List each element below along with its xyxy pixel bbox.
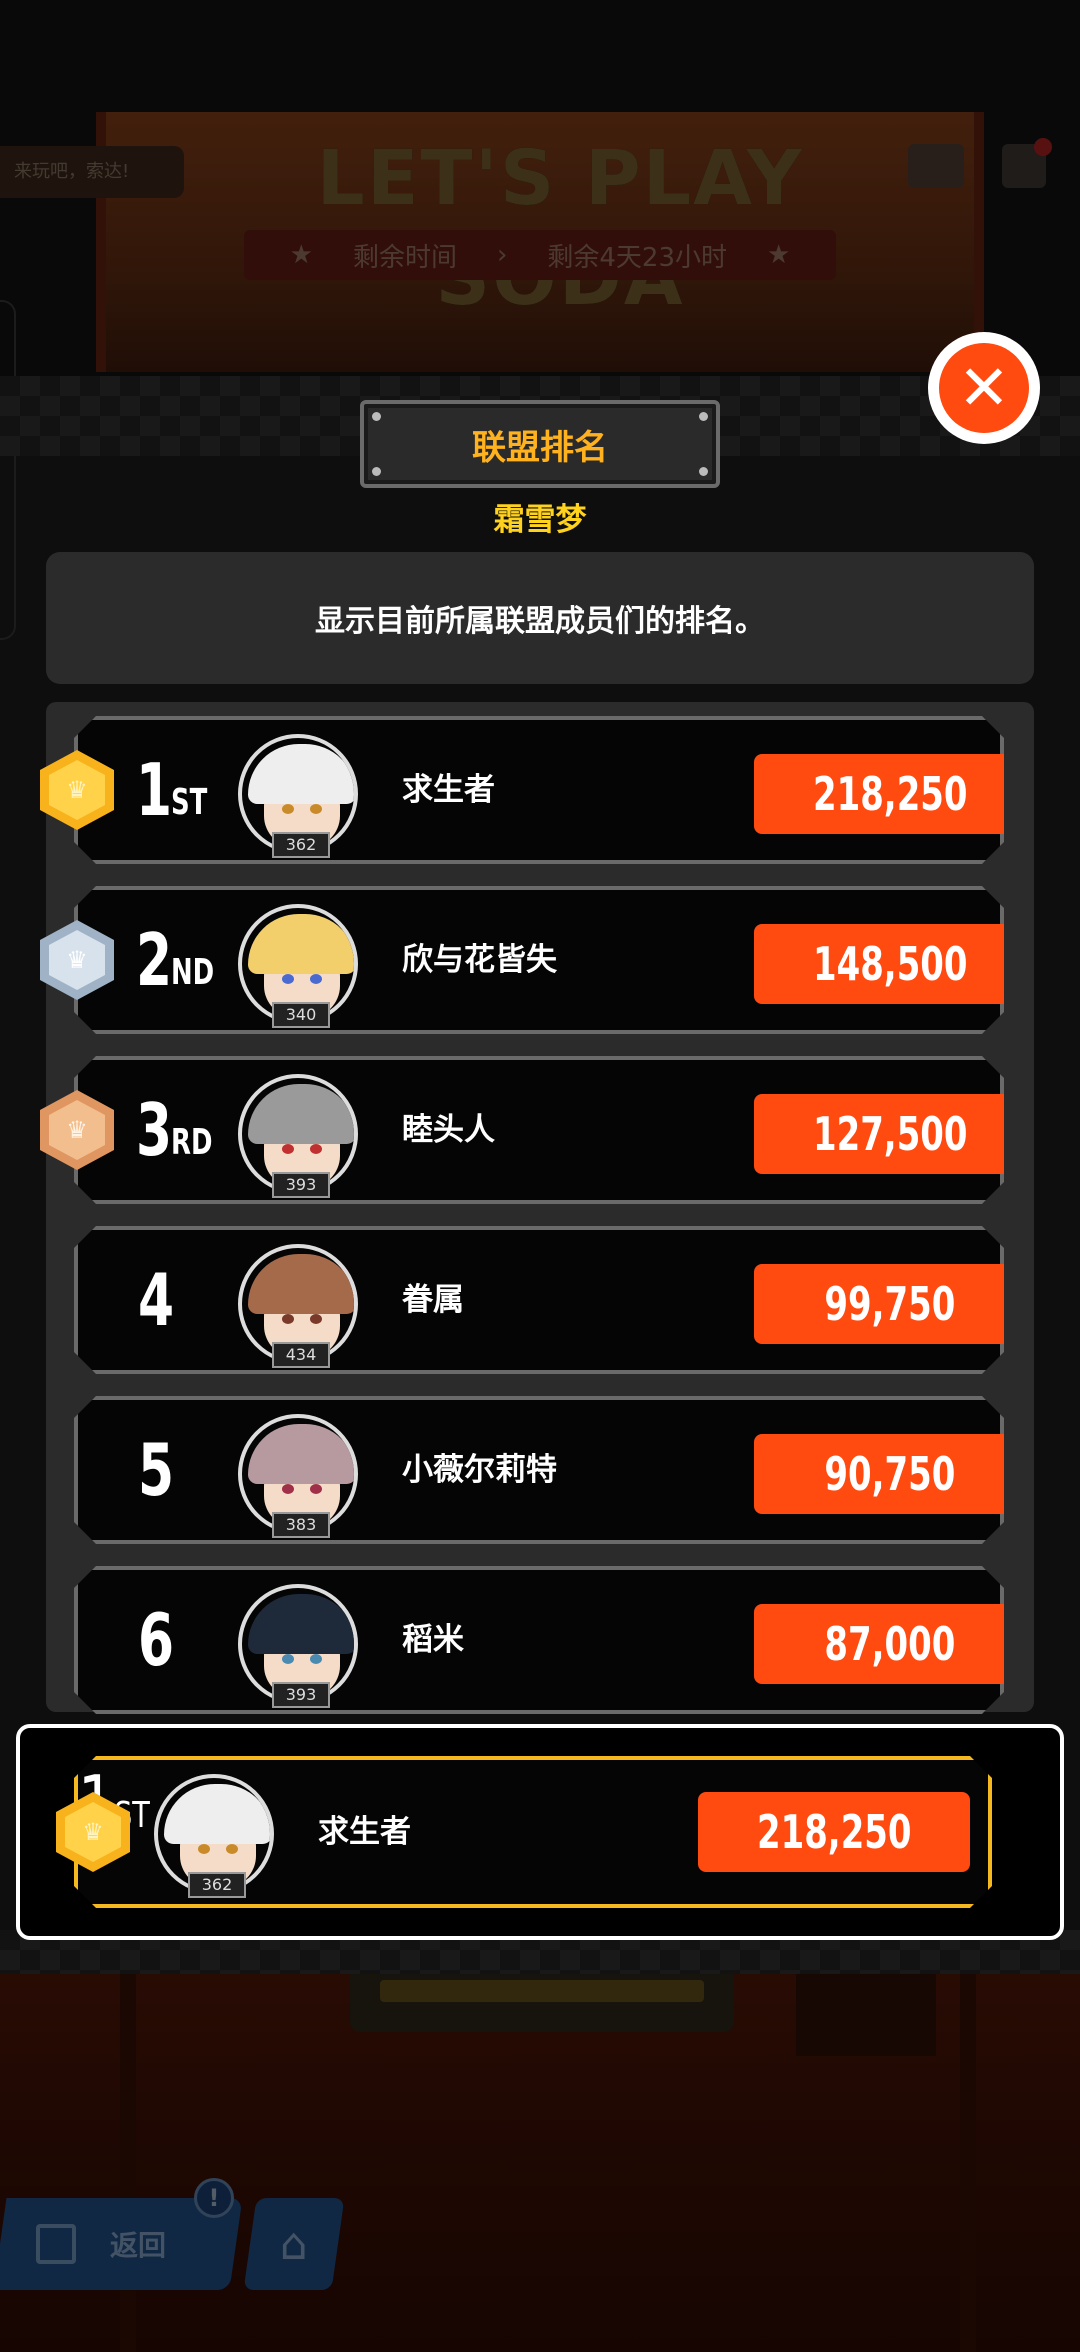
avatar-eye — [282, 1144, 294, 1154]
member-score: 90,750 — [754, 1434, 1026, 1514]
avatar-hair — [248, 1084, 356, 1144]
avatar-eye — [282, 1314, 294, 1324]
score-value: 218,250 — [812, 767, 968, 821]
avatar-eye — [198, 1844, 210, 1854]
modal-title: 联盟排名 — [472, 427, 608, 468]
avatar-eye — [310, 1144, 322, 1154]
close-button[interactable]: ✕ — [928, 332, 1040, 444]
member-score: 99,750 — [754, 1264, 1026, 1344]
ranking-row[interactable]: 4 434 眷属 99,750 — [74, 1226, 1004, 1374]
avatar-eye — [310, 1654, 322, 1664]
rivet — [699, 467, 708, 476]
description-box: 显示目前所属联盟成员们的排名。 — [46, 552, 1034, 684]
rank-digit: 6 — [138, 1598, 175, 1682]
member-name: 睦头人 — [402, 1112, 495, 1148]
modal-title-plate: 联盟排名 — [360, 400, 720, 488]
member-score: 218,250 — [754, 754, 1026, 834]
member-name: 小薇尔莉特 — [402, 1452, 557, 1488]
member-name: 稻米 — [402, 1622, 464, 1658]
avatar-hair — [164, 1784, 272, 1844]
member-score: 218,250 — [698, 1792, 970, 1872]
avatar-hair — [248, 744, 356, 804]
avatar-eye — [282, 1654, 294, 1664]
member-level: 340 — [272, 1002, 330, 1028]
avatar-eye — [310, 1484, 322, 1494]
description-text: 显示目前所属联盟成员们的排名。 — [315, 604, 765, 639]
member-score: 87,000 — [754, 1604, 1026, 1684]
ranking-row[interactable]: 2 ND 340 欣与花皆失 148,500 — [74, 886, 1004, 1034]
member-score: 148,500 — [754, 924, 1026, 1004]
rivet — [372, 412, 381, 421]
rank-digit: 5 — [138, 1428, 175, 1512]
avatar-eye — [282, 974, 294, 984]
rank-suffix: ST — [171, 781, 208, 823]
rank-suffix: RD — [171, 1121, 213, 1163]
crown-icon: ♛ — [65, 1802, 121, 1862]
avatar-eye — [282, 804, 294, 814]
avatar-hair — [248, 1254, 356, 1314]
member-level: 393 — [272, 1682, 330, 1708]
member-name: 求生者 — [402, 772, 495, 808]
avatar-eye — [282, 1484, 294, 1494]
rank-digit: 4 — [138, 1258, 175, 1342]
score-value: 148,500 — [812, 937, 968, 991]
member-name: 眷属 — [402, 1282, 464, 1318]
score-value: 87,000 — [824, 1617, 956, 1671]
rank-digit: 3 — [136, 1088, 173, 1172]
crown-icon: ♛ — [49, 930, 105, 990]
member-level: 383 — [272, 1512, 330, 1538]
member-level: 393 — [272, 1172, 330, 1198]
rank-suffix: ND — [171, 951, 215, 993]
avatar-eye — [310, 804, 322, 814]
crown-icon: ♛ — [49, 760, 105, 820]
my-rank-row[interactable]: 1ST362求生者218,250 — [74, 1756, 992, 1908]
avatar-eye — [310, 1314, 322, 1324]
member-name: 欣与花皆失 — [402, 942, 557, 978]
avatar-hair — [248, 1594, 356, 1654]
member-level: 362 — [272, 832, 330, 858]
avatar-hair — [248, 1424, 356, 1484]
ranking-row[interactable]: 1 ST 362 求生者 218,250 — [74, 716, 1004, 864]
ranking-row[interactable]: 5 383 小薇尔莉特 90,750 — [74, 1396, 1004, 1544]
member-level: 434 — [272, 1342, 330, 1368]
member-score: 127,500 — [754, 1094, 1026, 1174]
ranking-row[interactable]: 3 RD 393 睦头人 127,500 — [74, 1056, 1004, 1204]
rank-digit: 2 — [136, 918, 173, 1002]
score-value: 127,500 — [812, 1107, 968, 1161]
avatar-hair — [248, 914, 356, 974]
member-level: 362 — [188, 1872, 246, 1898]
union-name: 霜雪梦 — [493, 502, 587, 538]
score-value: 218,250 — [756, 1805, 912, 1859]
rivet — [699, 412, 708, 421]
score-value: 99,750 — [824, 1277, 956, 1331]
crown-icon: ♛ — [49, 1100, 105, 1160]
avatar-eye — [226, 1844, 238, 1854]
ranking-row[interactable]: 6 393 稻米 87,000 — [74, 1566, 1004, 1714]
close-x-icon: ✕ — [939, 343, 1029, 433]
rivet — [372, 467, 381, 476]
rank-digit: 1 — [136, 748, 173, 832]
member-name: 求生者 — [318, 1814, 411, 1850]
avatar-eye — [310, 974, 322, 984]
score-value: 90,750 — [824, 1447, 956, 1501]
